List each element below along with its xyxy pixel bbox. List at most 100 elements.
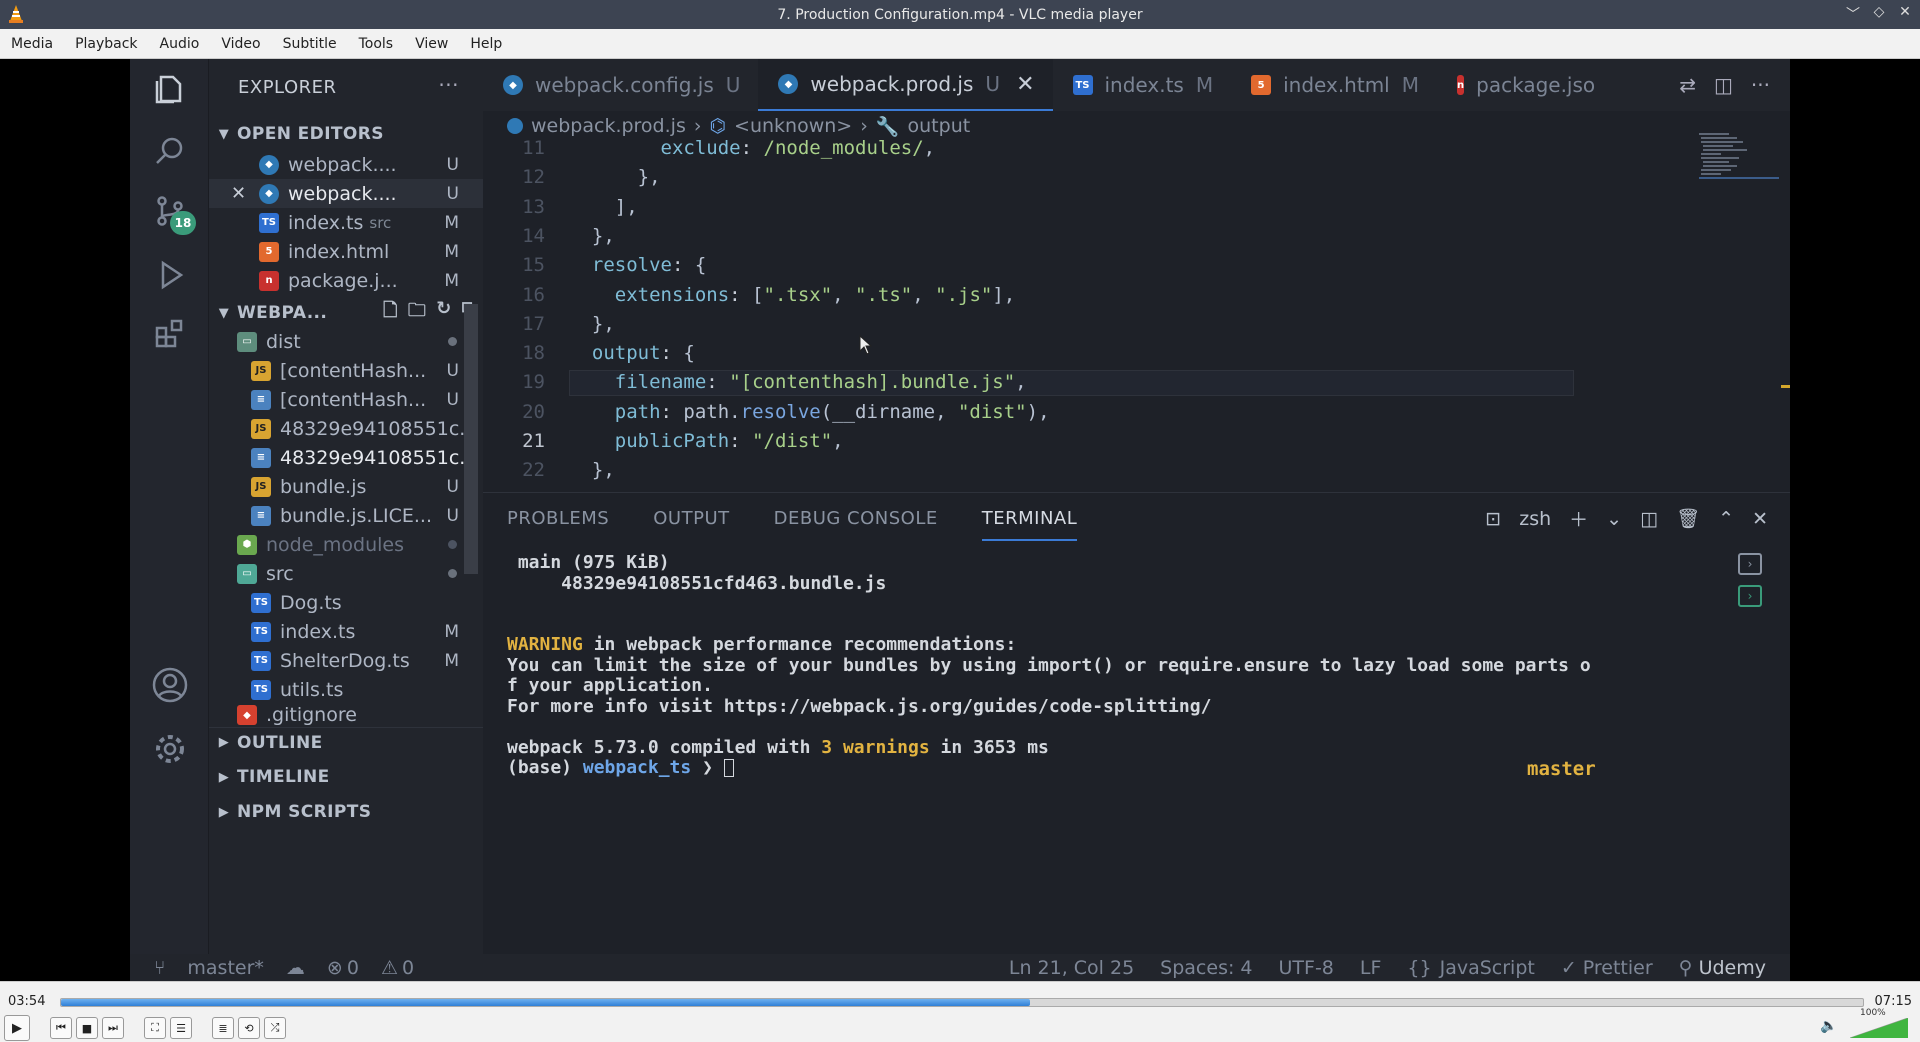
breadcrumb-file[interactable]: webpack.prod.js	[531, 115, 686, 137]
outline-header[interactable]: ▶ OUTLINE	[209, 727, 483, 757]
tab-output[interactable]: OUTPUT	[653, 508, 729, 529]
npm-scripts-header[interactable]: ▶ NPM SCRIPTS	[209, 797, 483, 827]
tree-item-hover[interactable]: ≡ 48329e94108551c...	[209, 443, 483, 472]
tab-debug-console[interactable]: DEBUG CONSOLE	[774, 508, 938, 529]
tree-item[interactable]: JS bundle.js U	[209, 472, 483, 501]
chevron-down-icon[interactable]: ⌄	[1606, 508, 1622, 530]
account-icon[interactable]	[148, 663, 192, 707]
close-window-button[interactable]: ✕	[1896, 4, 1914, 24]
previous-button[interactable]: ⏮	[50, 1017, 72, 1039]
maximize-button[interactable]: ◇	[1870, 4, 1888, 24]
sidebar-scrollbar[interactable]	[464, 304, 478, 574]
terminal-instance-active-icon[interactable]: ›	[1738, 585, 1762, 607]
code-line[interactable]: publicPath: "/dist",	[569, 430, 844, 452]
tree-item[interactable]: TS ShelterDog.ts M	[209, 646, 483, 675]
settings-gear-icon[interactable]	[148, 727, 192, 771]
extended-settings-button[interactable]: ☰	[170, 1017, 192, 1039]
refresh-icon[interactable]: ↻	[436, 298, 451, 328]
next-button[interactable]: ⏭	[102, 1017, 124, 1039]
code-line[interactable]: },	[569, 459, 615, 481]
shuffle-button[interactable]: ⤮	[264, 1017, 286, 1039]
code-line[interactable]: exclude: /node_modules/,	[569, 137, 936, 159]
minimap[interactable]	[1699, 133, 1779, 193]
menu-tools[interactable]: Tools	[348, 36, 405, 52]
close-tab-icon[interactable]: ✕	[1016, 72, 1034, 97]
tree-folder-dist[interactable]: ▭ dist	[209, 327, 483, 356]
open-editor-item[interactable]: ◆ webpack.... U	[209, 150, 483, 179]
new-terminal-icon[interactable]: ＋	[1569, 505, 1588, 532]
run-debug-icon[interactable]	[148, 253, 192, 297]
compare-changes-icon[interactable]: ⇄	[1679, 73, 1696, 97]
breadcrumb-symbol[interactable]: <unknown>	[734, 115, 852, 137]
live-share-icon[interactable]: ⚲	[1679, 957, 1693, 979]
new-folder-icon[interactable]: 🗀	[408, 298, 426, 328]
search-activity-icon[interactable]	[148, 129, 192, 173]
timeline-header[interactable]: ▶ TIMELINE	[209, 762, 483, 792]
code-line[interactable]: output: {	[569, 342, 695, 364]
menu-help[interactable]: Help	[459, 36, 513, 52]
tab-webpack-prod[interactable]: ◆ webpack.prod.js U ✕	[758, 59, 1053, 111]
status-encoding[interactable]: UTF-8	[1279, 957, 1334, 979]
close-editor-icon[interactable]: ✕	[231, 183, 246, 204]
new-file-icon[interactable]: 🗋	[383, 298, 398, 328]
tab-index-ts[interactable]: TS index.ts M	[1053, 59, 1232, 111]
trash-icon[interactable]: 🗑	[1676, 507, 1700, 530]
tab-terminal[interactable]: TERMINAL	[981, 496, 1078, 541]
open-editor-item[interactable]: n package.j... M	[209, 266, 483, 295]
seek-bar[interactable]	[60, 998, 1864, 1007]
close-panel-icon[interactable]: ✕	[1752, 508, 1768, 530]
stop-button[interactable]: ■	[76, 1017, 98, 1039]
code-line[interactable]: resolve: {	[569, 254, 706, 276]
status-branch[interactable]: master*	[187, 957, 264, 979]
menu-media[interactable]: Media	[0, 36, 64, 52]
code-line[interactable]: path: path.resolve(__dirname, "dist"),	[569, 401, 1050, 423]
code-line[interactable]: filename: "[contenthash].bundle.js",	[569, 371, 1027, 393]
menu-playback[interactable]: Playback	[64, 36, 148, 52]
status-indentation[interactable]: Spaces: 4	[1160, 957, 1252, 979]
play-button[interactable]: ▶	[4, 1015, 30, 1041]
code-line[interactable]: },	[569, 166, 661, 188]
tree-item[interactable]: TS Dog.ts	[209, 588, 483, 617]
tree-item[interactable]: TS index.ts M	[209, 617, 483, 646]
menu-view[interactable]: View	[404, 36, 459, 52]
split-terminal-icon[interactable]: ◫	[1640, 508, 1658, 530]
open-editor-item-active[interactable]: ✕ ◆ webpack.... U	[209, 179, 483, 208]
sync-icon[interactable]: ☁	[286, 957, 305, 979]
explorer-activity-icon[interactable]	[148, 67, 192, 111]
volume-control[interactable]: 🔈 100%	[1820, 1008, 1910, 1040]
code-line[interactable]: extensions: [".tsx", ".ts", ".js"],	[569, 284, 1015, 306]
tree-item[interactable]: ≡ bundle.js.LICE... U	[209, 501, 483, 530]
menu-subtitle[interactable]: Subtitle	[272, 36, 348, 52]
terminal-output[interactable]: main (975 KiB) 48329e94108551cfd463.bund…	[507, 552, 1591, 779]
status-cursor-position[interactable]: Ln 21, Col 25	[1009, 957, 1134, 979]
video-area[interactable]: 18 EXPLORER ··· ▼ OPEN EDITORS ◆ webpack…	[0, 59, 1920, 981]
tab-problems[interactable]: PROBLEMS	[507, 508, 609, 529]
code-line[interactable]: },	[569, 313, 615, 335]
speaker-icon[interactable]: 🔈	[1820, 1018, 1837, 1034]
open-editor-item[interactable]: TS index.ts src M	[209, 208, 483, 237]
playlist-button[interactable]: ≣	[212, 1017, 234, 1039]
tree-folder-src[interactable]: ▭ src	[209, 559, 483, 588]
split-editor-icon[interactable]: ◫	[1714, 73, 1733, 97]
tree-item[interactable]: JS 48329e94108551c...	[209, 414, 483, 443]
more-actions-icon[interactable]: ···	[438, 73, 459, 97]
maximize-panel-icon[interactable]: ⌃	[1718, 508, 1734, 530]
more-actions-icon[interactable]: ···	[1751, 73, 1770, 97]
menu-video[interactable]: Video	[210, 36, 271, 52]
tree-item[interactable]: JS [contentHash... U	[209, 356, 483, 385]
status-eol[interactable]: LF	[1360, 957, 1382, 979]
tab-index-html[interactable]: 5 index.html M	[1231, 59, 1437, 111]
code-line[interactable]: },	[569, 225, 615, 247]
tree-item[interactable]: TS utils.ts	[209, 675, 483, 704]
error-count[interactable]: 0	[347, 957, 359, 979]
loop-button[interactable]: ⟲	[238, 1017, 260, 1039]
source-control-icon[interactable]: 18	[148, 189, 196, 235]
breadcrumb-property[interactable]: output	[908, 115, 971, 137]
warning-count[interactable]: 0	[402, 957, 414, 979]
terminal-instance-icon[interactable]: ›	[1738, 553, 1762, 575]
tree-item[interactable]: ◆ .gitignore	[209, 704, 483, 726]
status-formatter[interactable]: Prettier	[1583, 957, 1653, 979]
fullscreen-button[interactable]: ⛶	[144, 1017, 166, 1039]
extensions-icon[interactable]	[148, 311, 192, 355]
tree-item[interactable]: ≡ [contentHash... U	[209, 385, 483, 414]
